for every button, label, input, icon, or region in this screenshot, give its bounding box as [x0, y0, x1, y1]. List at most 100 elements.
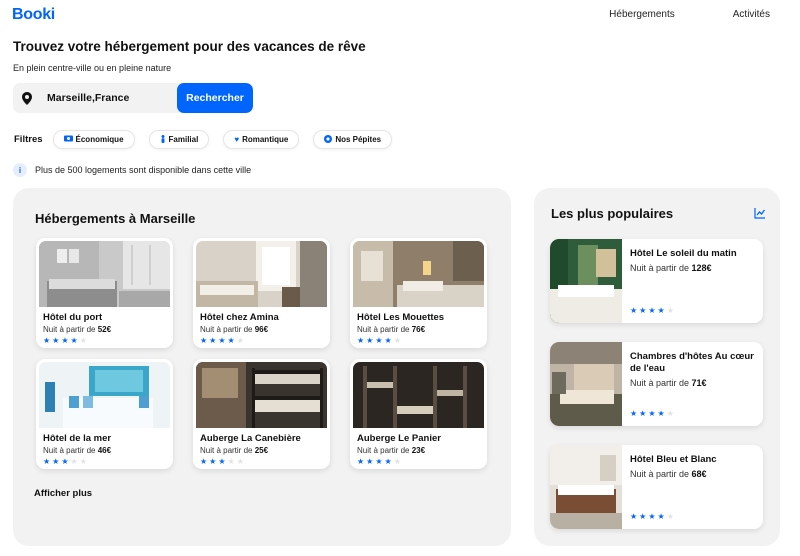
hero-subtitle: En plein centre-ville ou en pleine natur… [13, 63, 172, 73]
filter-label: Nos Pépites [335, 135, 382, 144]
rating-stars: ★ ★ ★ ★ ★ [630, 513, 674, 521]
filter-familial[interactable]: Familial [148, 130, 210, 149]
popular-title: Les plus populaires [551, 206, 674, 221]
star-empty-icon: ★ [70, 457, 78, 466]
hotel-name: Auberge La Canebière [200, 433, 301, 444]
star-filled-icon: ★ [357, 457, 365, 466]
star-filled-icon: ★ [227, 336, 235, 345]
star-filled-icon: ★ [218, 457, 226, 466]
booki-logo[interactable]: Booki [12, 6, 55, 24]
star-filled-icon: ★ [657, 512, 665, 521]
star-filled-icon: ★ [375, 457, 383, 466]
hotel-card[interactable]: Hôtel chez Amina Nuit à partir de 96€ ★ ★… [193, 238, 330, 348]
star-empty-icon: ★ [79, 457, 87, 466]
star-filled-icon: ★ [52, 457, 60, 466]
hotel-price: Nuit à partir de 71€ [630, 377, 707, 388]
hotel-photo [39, 241, 170, 307]
hotel-photo [353, 362, 484, 428]
hotel-name: Hôtel Bleu et Blanc [630, 454, 717, 465]
nav-link-hebergements[interactable]: Hébergements [609, 9, 675, 20]
filter-romantique[interactable]: ♥ Romantique [223, 130, 300, 149]
popular-card[interactable]: Hôtel Bleu et Blanc Nuit à partir de 68€… [550, 445, 763, 529]
main-nav: Hébergements Activités [609, 9, 770, 20]
filter-label: Économique [75, 135, 124, 144]
star-empty-icon: ★ [666, 409, 674, 418]
rating-stars: ★ ★ ★ ★ ★ [357, 458, 484, 466]
hero-title: Trouvez votre hébergement pour des vacan… [13, 39, 366, 54]
rating-stars: ★ ★ ★ ★ ★ [630, 307, 674, 315]
star-filled-icon: ★ [200, 457, 208, 466]
star-filled-icon: ★ [61, 457, 69, 466]
star-filled-icon: ★ [209, 336, 217, 345]
hotel-card[interactable]: Hôtel Les Mouettes Nuit à partir de 76€ … [350, 238, 487, 348]
star-filled-icon: ★ [218, 336, 226, 345]
hotel-photo [196, 241, 327, 307]
star-filled-icon: ★ [648, 512, 656, 521]
hotel-photo [196, 362, 327, 428]
location-pin-icon [13, 83, 41, 113]
star-filled-icon: ★ [648, 409, 656, 418]
hotel-price: Nuit à partir de 46€ [43, 446, 112, 455]
star-empty-icon: ★ [393, 457, 401, 466]
accommodations-section: Hébergements à Marseille Hôtel du port N… [13, 188, 511, 546]
star-filled-icon: ★ [70, 336, 78, 345]
star-filled-icon: ★ [52, 336, 60, 345]
rating-stars: ★ ★ ★ ★ ★ [43, 458, 170, 466]
money-icon [63, 135, 73, 144]
star-filled-icon: ★ [639, 512, 647, 521]
hotel-name: Hôtel chez Amina [200, 312, 279, 323]
star-filled-icon: ★ [630, 409, 638, 418]
hotel-card[interactable]: Hôtel du port Nuit à partir de 52€ ★ ★ ★ ★ ★ [36, 238, 173, 348]
star-empty-icon: ★ [393, 336, 401, 345]
star-filled-icon: ★ [639, 306, 647, 315]
hotel-photo [353, 241, 484, 307]
heart-icon: ♥ [234, 135, 240, 144]
popular-card[interactable]: Chambres d'hôtes Au cœur de l'eau Nuit à… [550, 342, 763, 426]
info-banner: i Plus de 500 logements sont disponible … [13, 163, 251, 177]
star-filled-icon: ★ [384, 336, 392, 345]
star-filled-icon: ★ [648, 306, 656, 315]
hotel-card[interactable]: Hôtel de la mer Nuit à partir de 46€ ★ ★ ★… [36, 359, 173, 469]
star-filled-icon: ★ [657, 409, 665, 418]
hotel-name: Hôtel du port [43, 312, 103, 323]
show-more-link[interactable]: Afficher plus [34, 488, 92, 499]
search-bar: Rechercher [13, 83, 253, 113]
hotel-price: Nuit à partir de 23€ [357, 446, 426, 455]
hotel-photo [550, 239, 622, 323]
star-filled-icon: ★ [43, 457, 51, 466]
trend-icon [754, 208, 766, 219]
star-empty-icon: ★ [227, 457, 235, 466]
rating-stars: ★ ★ ★ ★ ★ [200, 337, 327, 345]
search-button[interactable]: Rechercher [177, 83, 253, 113]
filter-label: Familial [168, 135, 199, 144]
star-filled-icon: ★ [630, 306, 638, 315]
info-text: Plus de 500 logements sont disponible da… [35, 165, 252, 175]
star-empty-icon: ★ [236, 336, 244, 345]
star-filled-icon: ★ [209, 457, 217, 466]
star-filled-icon: ★ [366, 336, 374, 345]
nugget-icon [324, 134, 333, 145]
filter-economique[interactable]: Économique [52, 130, 135, 149]
person-icon [160, 134, 166, 145]
popular-card-body: Hôtel Le soleil du matin Nuit à partir d… [622, 239, 763, 323]
popular-card[interactable]: Hôtel Le soleil du matin Nuit à partir d… [550, 239, 763, 323]
filters-bar: Filtres Économique Familial ♥ Romantique… [14, 130, 406, 149]
rating-stars: ★ ★ ★ ★ ★ [43, 337, 170, 345]
search-input[interactable] [41, 83, 177, 113]
star-filled-icon: ★ [375, 336, 383, 345]
star-filled-icon: ★ [357, 336, 365, 345]
hotel-name: Hôtel Le soleil du matin [630, 248, 737, 259]
hotel-name: Auberge Le Panier [357, 433, 441, 444]
popular-card-body: Hôtel Bleu et Blanc Nuit à partir de 68€… [622, 445, 763, 529]
hotel-card[interactable]: Auberge Le Panier Nuit à partir de 23€ ★… [350, 359, 487, 469]
star-empty-icon: ★ [666, 306, 674, 315]
hotel-price: Nuit à partir de 76€ [357, 325, 426, 334]
star-filled-icon: ★ [200, 336, 208, 345]
nav-link-activites[interactable]: Activités [733, 9, 770, 20]
hotel-card[interactable]: Auberge La Canebière Nuit à partir de 25… [193, 359, 330, 469]
hotel-price: Nuit à partir de 128€ [630, 262, 712, 273]
star-empty-icon: ★ [79, 336, 87, 345]
hotel-photo [550, 445, 622, 529]
star-empty-icon: ★ [666, 512, 674, 521]
filter-nos-pepites[interactable]: Nos Pépites [313, 130, 393, 149]
